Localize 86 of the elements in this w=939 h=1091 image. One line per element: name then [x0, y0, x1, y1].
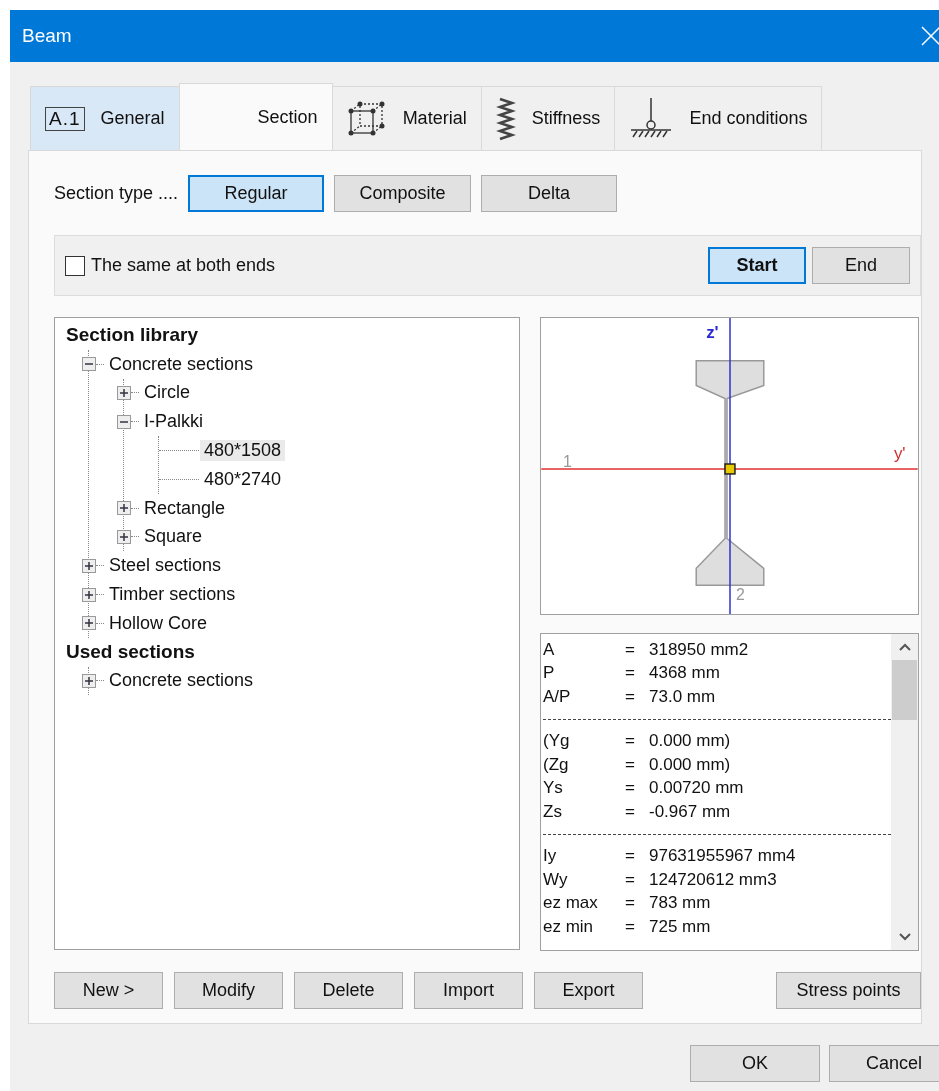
equals-sign: = — [625, 686, 636, 707]
collapse-icon[interactable] — [82, 357, 96, 372]
equals-sign: = — [625, 778, 636, 799]
window-title: Beam — [22, 25, 72, 47]
checkbox-label: The same at both ends — [91, 255, 276, 276]
library-button[interactable]: Modify — [174, 972, 283, 1009]
section-type-label: Section type .... — [54, 182, 179, 204]
equals-sign: = — [625, 754, 636, 775]
section-type-button[interactable]: Regular — [188, 174, 325, 212]
property-name: Zs — [543, 801, 563, 822]
equals-sign: = — [625, 846, 636, 867]
scroll-up-icon[interactable] — [897, 642, 912, 652]
scrollbar-thumb[interactable] — [892, 660, 917, 720]
equals-sign: = — [625, 639, 636, 660]
spring-icon — [495, 96, 516, 141]
tab[interactable]: A.1 General — [30, 86, 180, 150]
collapse-icon[interactable] — [117, 414, 131, 429]
property-value: -0.967 mm — [649, 801, 731, 822]
property-name: A — [543, 639, 556, 660]
property-value: 0.000 mm) — [649, 731, 731, 752]
equals-sign: = — [625, 801, 636, 822]
property-name: Ys — [543, 778, 564, 799]
library-button[interactable]: New > — [54, 972, 163, 1009]
equals-sign: = — [625, 869, 636, 890]
tab[interactable]: End conditions — [614, 86, 823, 150]
property-name: Iy — [543, 846, 558, 867]
tree-heading: Section library — [66, 324, 198, 347]
checkbox[interactable] — [65, 255, 85, 276]
tab-icon-label: A.1 — [45, 106, 85, 131]
property-name: ez max — [543, 893, 599, 914]
dialog-button[interactable]: OK — [690, 1045, 820, 1082]
end-button[interactable]: Start — [708, 247, 806, 284]
tree-item[interactable]: Concrete sections — [105, 670, 258, 692]
tree-item[interactable]: Steel sections — [105, 555, 226, 577]
tree-item[interactable]: Rectangle — [140, 497, 230, 519]
stress-points-button[interactable]: Stress points — [776, 972, 921, 1009]
point-label: 1 — [563, 453, 572, 470]
expand-icon[interactable] — [117, 529, 131, 544]
section-type-button[interactable]: Composite — [334, 174, 472, 212]
property-name: (Yg — [543, 731, 571, 752]
tree-item[interactable]: Hollow Core — [105, 612, 212, 634]
tree-item[interactable]: Timber sections — [105, 584, 240, 606]
axis-label: z' — [706, 322, 719, 342]
end-button[interactable]: End — [812, 247, 910, 284]
tree-item[interactable]: Concrete sections — [105, 353, 258, 375]
property-value: 725 mm — [649, 916, 711, 937]
point-label: 2 — [735, 586, 745, 604]
property-value: 97631955967 mm4 — [649, 846, 796, 867]
property-value: 0.000 mm) — [649, 754, 731, 775]
tree-item[interactable]: I-Palkki — [140, 411, 207, 433]
axis-label: y' — [893, 444, 906, 464]
property-name: ez min — [543, 916, 595, 937]
expand-icon[interactable] — [82, 558, 96, 573]
expand-icon[interactable] — [82, 673, 96, 688]
scroll-down-icon[interactable] — [897, 932, 912, 942]
property-value: 73.0 mm — [649, 686, 716, 707]
expand-icon[interactable] — [82, 616, 96, 631]
property-value: 4368 mm — [649, 663, 720, 684]
property-name: Wy — [543, 869, 569, 890]
tree-item[interactable]: 480*2740 — [200, 468, 286, 490]
property-value: 318950 mm2 — [649, 639, 749, 660]
equals-sign: = — [625, 731, 636, 752]
property-name: P — [543, 663, 556, 684]
library-button[interactable]: Export — [534, 972, 643, 1009]
property-name: A/P — [543, 686, 572, 707]
tree-item[interactable]: 480*1508 — [200, 440, 286, 462]
tree-heading: Used sections — [66, 641, 195, 664]
tab[interactable]: Section — [178, 83, 333, 150]
property-value: 124720612 mm3 — [649, 869, 777, 890]
tree-item[interactable]: Square — [140, 526, 207, 548]
equals-sign: = — [625, 663, 636, 684]
property-value: 783 mm — [649, 893, 711, 914]
expand-icon[interactable] — [117, 386, 131, 400]
property-name: (Zg — [543, 754, 570, 775]
library-button[interactable]: Delete — [294, 972, 403, 1009]
equals-sign: = — [625, 916, 636, 937]
equals-sign: = — [625, 893, 636, 914]
library-button[interactable]: Import — [414, 972, 523, 1009]
dialog-button[interactable]: Cancel — [829, 1045, 939, 1082]
close-icon[interactable] — [921, 26, 939, 46]
expand-icon[interactable] — [117, 501, 131, 516]
expand-icon[interactable] — [82, 587, 96, 602]
tree-item[interactable]: Circle — [140, 382, 194, 404]
cube-icon — [346, 100, 387, 137]
property-value: 0.00720 mm — [649, 778, 744, 799]
section-type-button[interactable]: Delta — [481, 174, 618, 212]
